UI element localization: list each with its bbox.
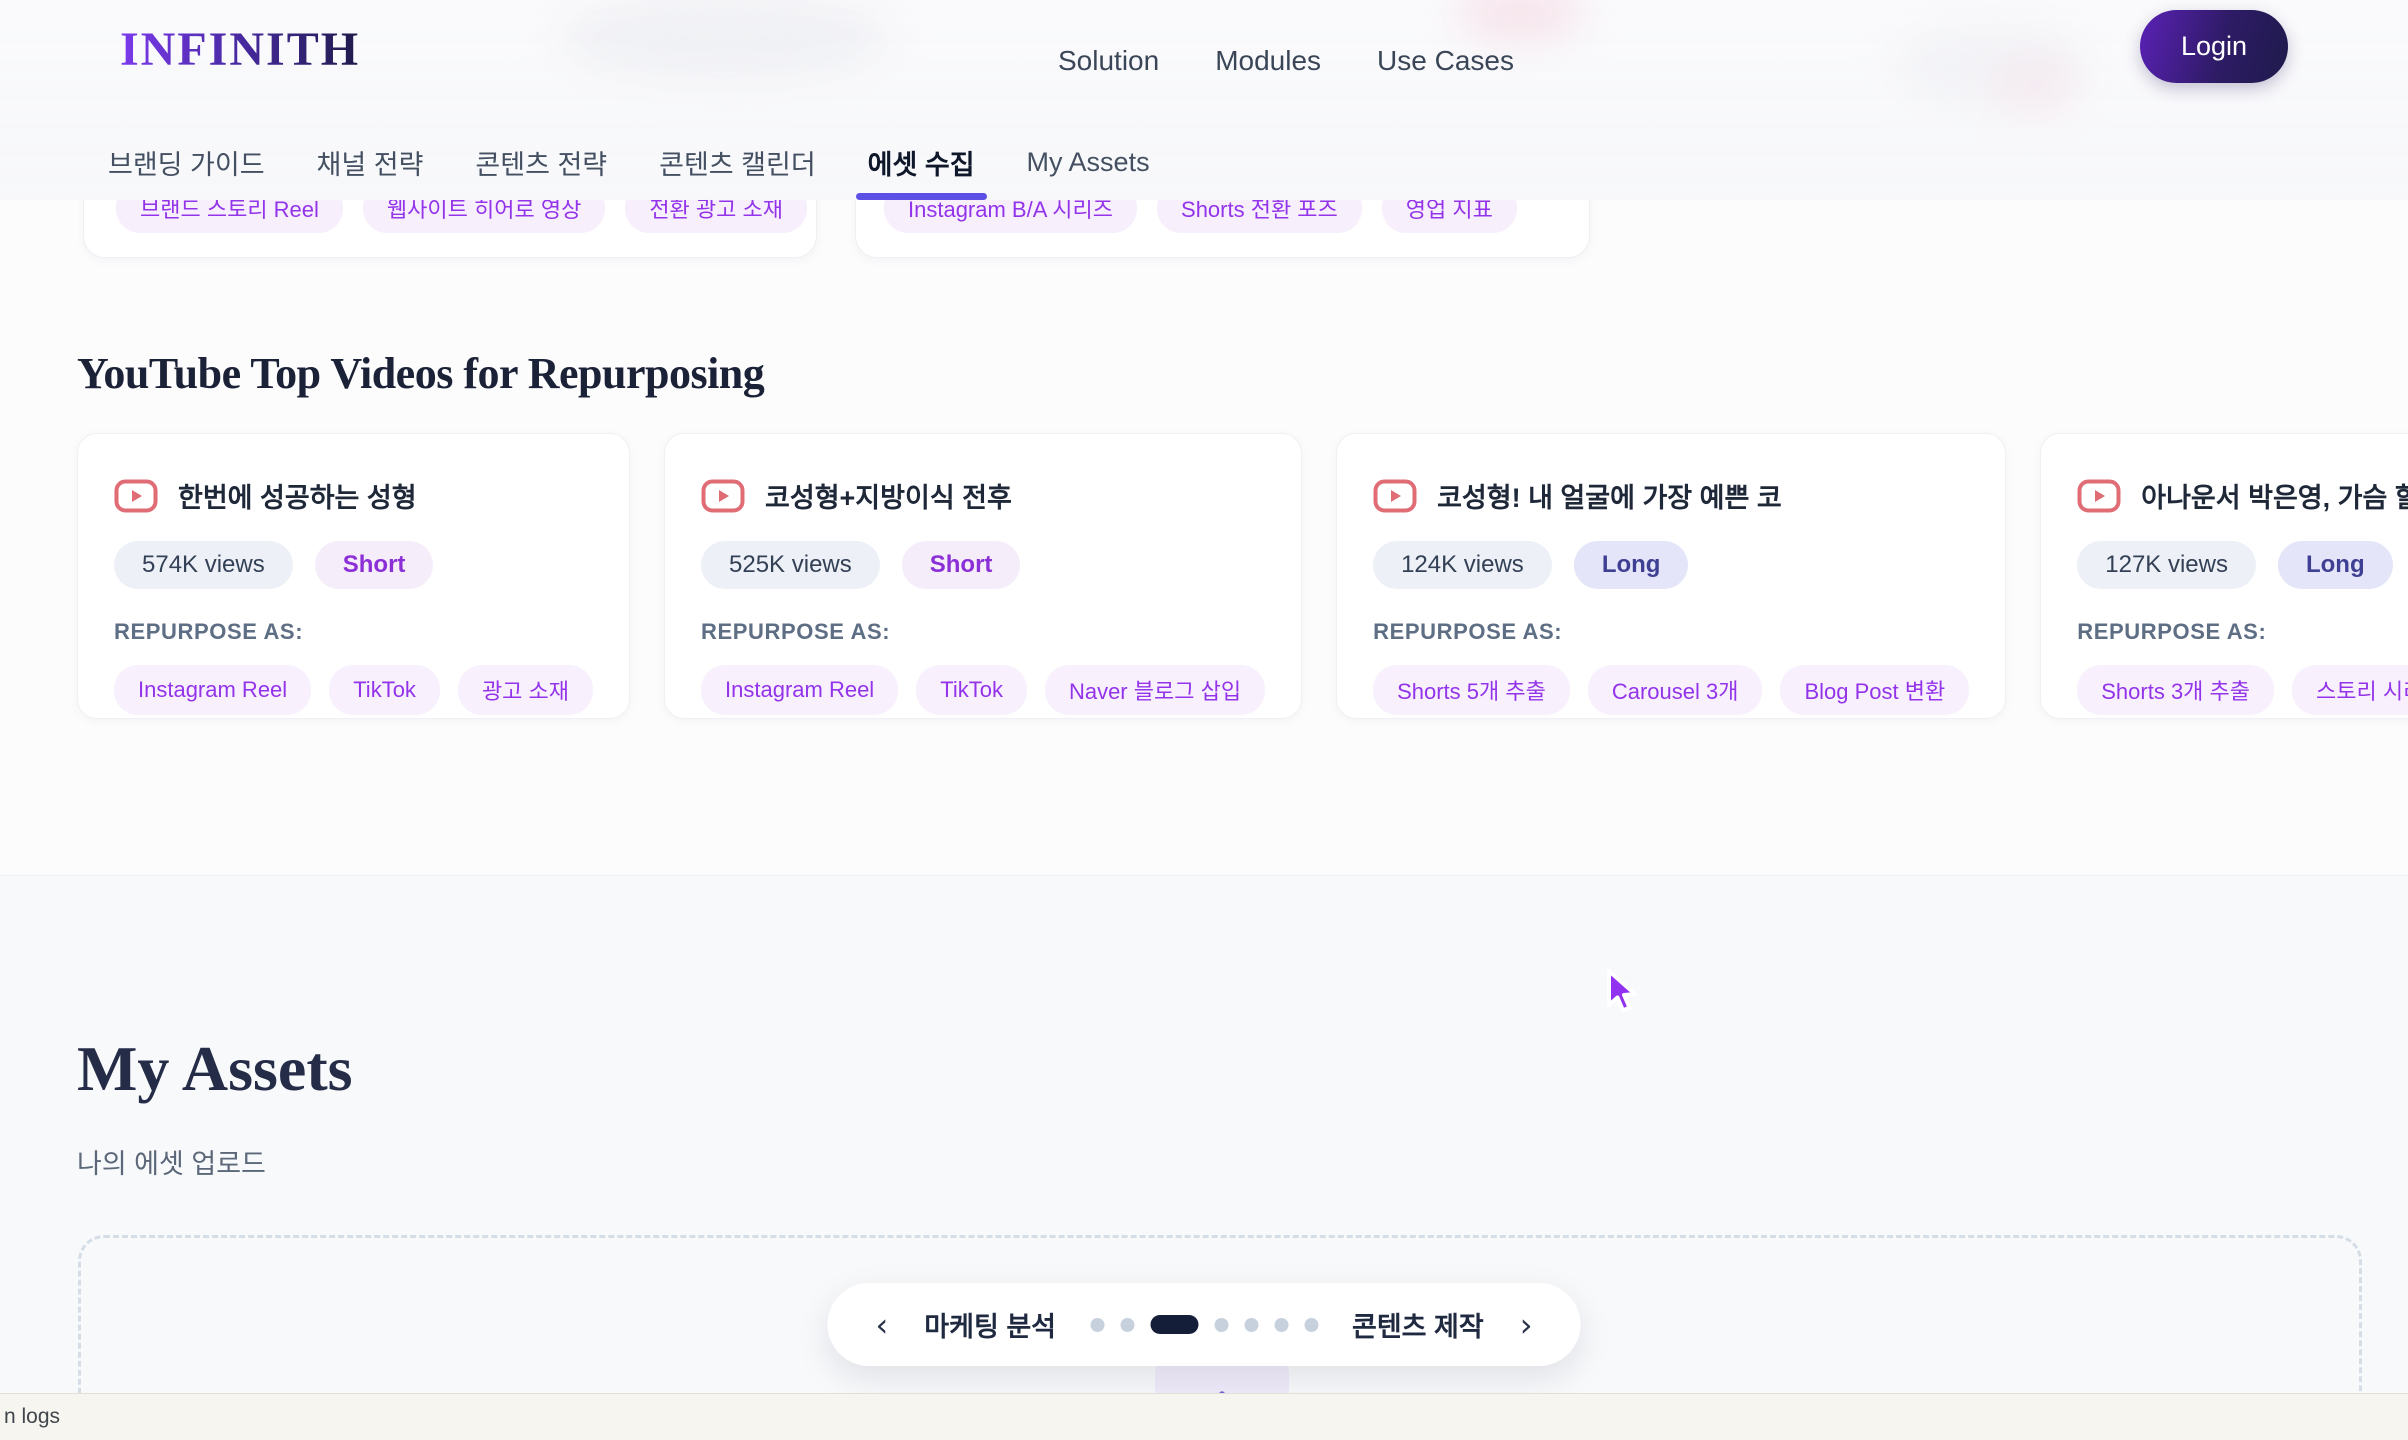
- tab-channel-strategy[interactable]: 채널 전략: [317, 125, 424, 200]
- my-assets-title: My Assets: [77, 1032, 353, 1106]
- carousel-next-label[interactable]: 콘텐츠 제작: [1352, 1305, 1484, 1344]
- carousel-dot-active[interactable]: [1150, 1315, 1198, 1334]
- video-title: 아나운서 박은영, 가슴 할 결심: [2141, 476, 2408, 515]
- views-badge: 127K views: [2077, 541, 2256, 589]
- tab-branding-guide[interactable]: 브랜딩 가이드: [108, 125, 265, 200]
- tab-my-assets[interactable]: My Assets: [1027, 125, 1150, 200]
- youtube-play-icon: [1373, 479, 1417, 513]
- video-card[interactable]: 아나운서 박은영, 가슴 할 결심 127K views Long REPURP…: [2040, 433, 2408, 719]
- video-card[interactable]: 한번에 성공하는 성형 574K views Short REPURPOSE A…: [77, 433, 630, 719]
- page: 브랜드 스토리 Reel 웹사이트 히어로 영상 전환 광고 소재 Instag…: [0, 0, 2408, 1440]
- header-blur-blob: [560, 0, 890, 80]
- repurpose-label: REPURPOSE AS:: [114, 619, 593, 645]
- carousel-dot[interactable]: [1304, 1318, 1318, 1332]
- repurpose-tag[interactable]: Carousel 3개: [1588, 665, 1763, 715]
- tab-content-strategy[interactable]: 콘텐츠 전략: [475, 125, 607, 200]
- site-header: INFINITH Solution Modules Use Cases Logi…: [0, 0, 2408, 200]
- module-tabs: 브랜딩 가이드 채널 전략 콘텐츠 전략 콘텐츠 캘린더 에셋 수집 My As…: [108, 125, 1150, 200]
- video-type-badge: Long: [1574, 541, 1689, 589]
- video-card[interactable]: 코성형+지방이식 전후 525K views Short REPURPOSE A…: [664, 433, 1302, 719]
- carousel-dots: [1090, 1315, 1318, 1334]
- repurpose-label: REPURPOSE AS:: [2077, 619, 2408, 645]
- status-bar-text: n logs: [4, 1405, 60, 1429]
- repurpose-tag[interactable]: Blog Post 변환: [1780, 665, 1969, 715]
- repurpose-tag[interactable]: Shorts 3개 추출: [2077, 665, 2274, 715]
- chevron-left-icon[interactable]: ‹: [874, 1309, 891, 1341]
- youtube-play-icon: [701, 479, 745, 513]
- video-title: 한번에 성공하는 성형: [178, 476, 417, 515]
- carousel-dot[interactable]: [1214, 1318, 1228, 1332]
- youtube-play-icon: [2077, 479, 2121, 513]
- youtube-play-icon: [114, 479, 158, 513]
- nav-item-modules[interactable]: Modules: [1215, 45, 1321, 77]
- repurpose-tag[interactable]: Instagram Reel: [114, 665, 311, 715]
- video-type-badge: Short: [315, 541, 434, 589]
- views-badge: 525K views: [701, 541, 880, 589]
- chevron-right-icon[interactable]: ›: [1518, 1309, 1535, 1341]
- header-blur-blob: [1990, 55, 2080, 115]
- video-type-badge: Short: [902, 541, 1021, 589]
- repurpose-tag[interactable]: TikTok: [329, 665, 440, 715]
- carousel-dot[interactable]: [1090, 1318, 1104, 1332]
- tab-content-calendar[interactable]: 콘텐츠 캘린더: [659, 125, 816, 200]
- repurpose-label: REPURPOSE AS:: [1373, 619, 1969, 645]
- views-badge: 124K views: [1373, 541, 1552, 589]
- login-button[interactable]: Login: [2140, 10, 2288, 83]
- repurpose-label: REPURPOSE AS:: [701, 619, 1265, 645]
- my-assets-subtitle: 나의 에셋 업로드: [77, 1142, 266, 1181]
- main-nav: Solution Modules Use Cases: [1058, 0, 1514, 122]
- video-title: 코성형! 내 얼굴에 가장 예쁜 코: [1437, 476, 1782, 515]
- views-badge: 574K views: [114, 541, 293, 589]
- repurpose-tag[interactable]: 광고 소재: [458, 665, 593, 715]
- nav-item-use-cases[interactable]: Use Cases: [1377, 45, 1514, 77]
- video-card[interactable]: 코성형! 내 얼굴에 가장 예쁜 코 124K views Long REPUR…: [1336, 433, 2006, 719]
- repurpose-tag[interactable]: Instagram Reel: [701, 665, 898, 715]
- repurpose-tag[interactable]: 스토리 시리즈: [2292, 665, 2408, 715]
- repurpose-tag[interactable]: Shorts 5개 추출: [1373, 665, 1570, 715]
- section-title-youtube-repurposing: YouTube Top Videos for Repurposing: [77, 348, 764, 399]
- nav-item-solution[interactable]: Solution: [1058, 45, 1159, 77]
- cursor-pointer-icon: [1601, 967, 1647, 1024]
- brand-logo[interactable]: INFINITH: [120, 22, 360, 77]
- video-type-badge: Long: [2278, 541, 2393, 589]
- module-carousel-nav: ‹ 마케팅 분석 콘텐츠 제작 ›: [828, 1283, 1581, 1366]
- carousel-dot[interactable]: [1120, 1318, 1134, 1332]
- repurpose-tag[interactable]: TikTok: [916, 665, 1027, 715]
- carousel-dot[interactable]: [1274, 1318, 1288, 1332]
- carousel-prev-label[interactable]: 마케팅 분석: [924, 1305, 1056, 1344]
- browser-status-bar: n logs: [0, 1393, 2408, 1440]
- tab-asset-collection[interactable]: 에셋 수집: [868, 125, 975, 200]
- video-card-row: 한번에 성공하는 성형 574K views Short REPURPOSE A…: [77, 433, 2331, 719]
- video-title: 코성형+지방이식 전후: [765, 476, 1012, 515]
- carousel-dot[interactable]: [1244, 1318, 1258, 1332]
- repurpose-tag[interactable]: Naver 블로그 삽입: [1045, 665, 1265, 715]
